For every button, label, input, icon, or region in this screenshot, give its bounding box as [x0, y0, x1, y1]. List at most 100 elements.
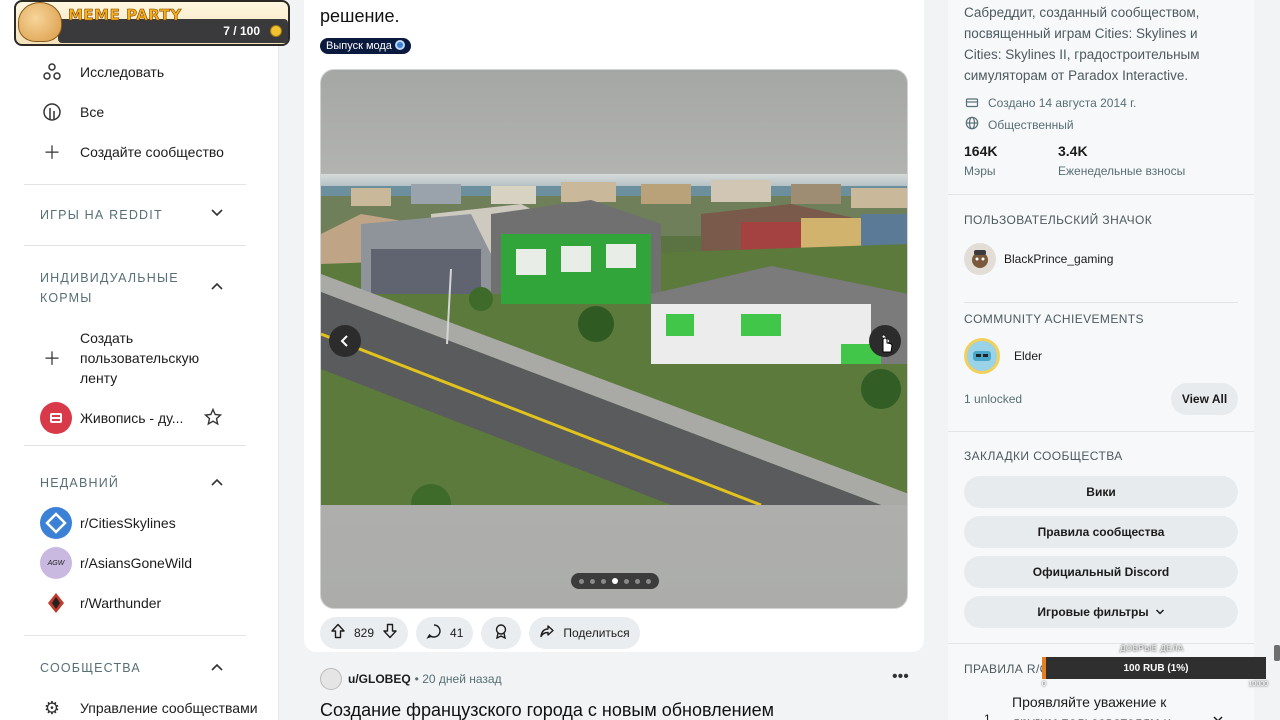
left-sidebar: Исследовать Все ＋ Создайте сообщество ИГ… [0, 0, 279, 720]
downvote-icon[interactable] [382, 623, 398, 644]
scrollbar-thumb[interactable] [1274, 645, 1280, 661]
created-date-label: Создано 14 августа 2014 г. [988, 95, 1137, 110]
comment-icon [426, 623, 442, 644]
divider [948, 431, 1254, 432]
donation-title: ДОБРЫЕ ДЕЛА [1120, 644, 1184, 653]
manage-communities[interactable]: ⚙ Управление сообществами [40, 696, 258, 720]
recent-item[interactable]: r/Warthunder [40, 587, 161, 619]
create-custom-feed-label: Создать пользовательскую ленту [80, 330, 200, 386]
create-custom-feed[interactable]: ＋ Создать пользовательскую ленту [40, 328, 210, 388]
rule-number: 1 [984, 712, 991, 720]
comment-count: 41 [450, 626, 464, 640]
post-flair[interactable]: Выпуск мода [320, 38, 411, 54]
post2-username[interactable]: u/GLOBEQ [348, 672, 411, 686]
post-card[interactable]: решение. Выпуск мода 829 41 Поделиться [304, 0, 924, 652]
chevron-down-icon [1155, 605, 1165, 619]
coin-icon [270, 25, 282, 37]
visibility: Общественный [964, 116, 1074, 133]
gallery-dot[interactable] [579, 578, 584, 584]
bookmarks-heading: ЗАКЛАДКИ СООБЩЕСТВА [964, 449, 1123, 463]
post-title[interactable]: решение. [320, 6, 399, 27]
mouse-cursor-icon [882, 337, 893, 353]
post2-title[interactable]: Создание французского города с новым обн… [320, 700, 774, 720]
star-icon[interactable] [203, 407, 223, 429]
plus-icon: ＋ [43, 143, 61, 163]
upvote-icon[interactable] [330, 623, 346, 644]
achievement-name: Elder [1014, 349, 1043, 363]
award-button[interactable] [481, 617, 522, 649]
community-sidebar: Сабреддит, созданный сообществом, посвящ… [948, 0, 1254, 720]
plus-icon: ＋ [43, 349, 61, 369]
nav-create-community[interactable]: ＋ Создайте сообщество [40, 140, 224, 164]
nav-create-community-label: Создайте сообщество [80, 144, 224, 160]
gallery-dot[interactable] [601, 578, 606, 584]
gallery-dot[interactable] [590, 578, 595, 584]
nav-all[interactable]: Все [40, 100, 104, 124]
chevron-left-icon [340, 335, 348, 347]
section-custom-feeds[interactable]: ИНДИВИДУАЛЬНЫЕ КОРМЫ [40, 268, 190, 308]
bookmark-discord[interactable]: Официальный Discord [964, 556, 1238, 588]
user-avatar[interactable] [320, 668, 342, 690]
cake-icon [964, 94, 980, 111]
donation-progress-label: 100 RUB (1%) [1123, 662, 1189, 674]
recent-item[interactable]: r/CitiesSkylines [40, 507, 176, 539]
achievement-badge-icon [964, 338, 1000, 374]
chevron-up-icon[interactable] [210, 280, 224, 294]
nav-explore[interactable]: Исследовать [40, 60, 164, 84]
gallery-dot[interactable] [635, 578, 640, 584]
divider [24, 635, 246, 636]
bookmark-wiki[interactable]: Вики [964, 476, 1238, 508]
meme-party-widget: 7 / 100 MEME PARTY [14, 0, 290, 46]
globe-icon [964, 116, 980, 133]
image-gallery[interactable] [320, 69, 908, 609]
chevron-up-icon[interactable] [210, 661, 224, 675]
donation-widget: ДОБРЫЕ ДЕЛА 100 RUB (1%) 0 10000 [1042, 643, 1268, 691]
divider [964, 302, 1238, 303]
bookmark-game-filters[interactable]: Игровые фильтры [964, 596, 1238, 628]
asians-gone-wild-avatar: AGW [40, 547, 72, 579]
share-icon [539, 623, 555, 644]
share-label: Поделиться [563, 626, 630, 640]
view-all-button[interactable]: View All [1171, 383, 1238, 415]
post2-time: • 20 дней назад [414, 672, 502, 686]
members-count: 164K [964, 143, 998, 159]
divider [24, 245, 246, 246]
unlocked-count: 1 unlocked [964, 392, 1023, 406]
comments-button[interactable]: 41 [416, 617, 474, 649]
more-options-icon[interactable]: ••• [892, 668, 909, 686]
divider [24, 184, 246, 185]
chevron-down-icon[interactable] [1212, 710, 1224, 720]
custom-feed-item[interactable]: Живопись - ду... [40, 402, 223, 434]
share-button[interactable]: Поделиться [529, 617, 640, 649]
all-icon [40, 100, 64, 124]
nav-explore-label: Исследовать [80, 64, 165, 80]
chevron-up-icon[interactable] [210, 476, 224, 490]
gallery-dots [571, 573, 659, 589]
cities-skylines-avatar [40, 507, 72, 539]
gallery-image [321, 174, 907, 505]
chevron-down-icon[interactable] [210, 207, 224, 221]
gallery-dot[interactable] [646, 578, 651, 584]
rules-heading: ПРАВИЛА R/C [964, 662, 1049, 676]
recent-item[interactable]: AGW r/AsiansGoneWild [40, 547, 192, 579]
gallery-prev-button[interactable] [329, 325, 361, 357]
donation-min: 0 [1042, 681, 1046, 688]
rule-1-text[interactable]: Проявляйте уважение к другим пользовател… [1012, 692, 1202, 720]
recent-item-label: r/Warthunder [80, 595, 162, 611]
gallery-dot[interactable] [624, 578, 629, 584]
city-scene [321, 180, 907, 505]
user-flair-heading: ПОЛЬЗОВАТЕЛЬСКИЙ ЗНАЧОК [964, 213, 1153, 227]
manage-communities-label: Управление сообществами [80, 700, 258, 716]
vote-bar: 829 [320, 617, 409, 649]
post-actions: 829 41 Поделиться [320, 617, 640, 649]
bookmark-rules[interactable]: Правила сообщества [964, 516, 1238, 548]
gallery-dot-active[interactable] [612, 578, 618, 584]
meme-counter-value: 7 / 100 [223, 24, 260, 38]
bookmark-game-filters-label: Игровые фильтры [1037, 605, 1149, 619]
recent-item-label: r/CitiesSkylines [80, 515, 176, 531]
post-flair-label: Выпуск мода [326, 40, 392, 52]
divider [24, 445, 246, 446]
achievement-item[interactable]: Elder [964, 338, 1042, 374]
user-flair[interactable]: BlackPrince_gaming [964, 243, 1113, 275]
vote-count: 829 [354, 626, 375, 640]
